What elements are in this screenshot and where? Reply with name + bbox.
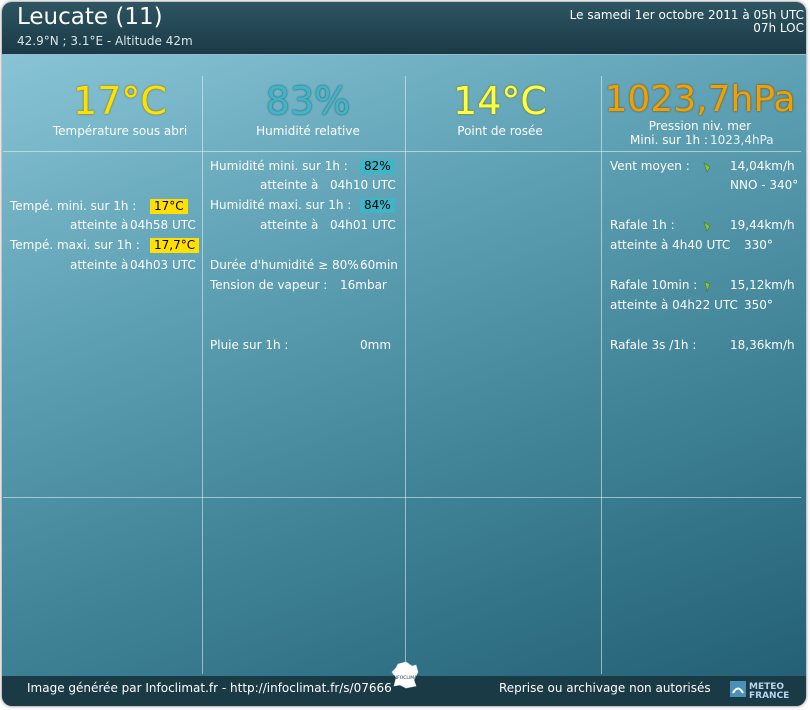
- gust-10min-value: 15,12km/h: [730, 278, 795, 292]
- humidity-value: 83%: [265, 79, 351, 123]
- vapor-value: 16mbar: [340, 278, 387, 292]
- gust-1h-time: atteinte à 4h40 UTC: [610, 238, 731, 252]
- vapor-label: Tension de vapeur :: [210, 278, 328, 292]
- infoclimat-logo-text: INFOCLIMAT: [392, 675, 419, 681]
- wind-mean-value: 14,04km/h: [730, 159, 795, 173]
- station-title: Leucate (11): [17, 4, 163, 30]
- gust-10min-direction: 350°: [744, 298, 773, 312]
- hum-max-value: 84%: [360, 198, 395, 213]
- footer-rights: Reprise ou archivage non autorisés: [499, 681, 711, 695]
- wind-arrow-icon: [703, 162, 711, 173]
- hum-min-value: 82%: [360, 159, 395, 174]
- row-divider: [3, 497, 801, 498]
- temperature-value: 17°C: [73, 79, 167, 123]
- temp-max-time: 04h03 UTC: [130, 258, 196, 272]
- temp-max-value: 17,7°C: [150, 238, 200, 253]
- dewpoint-value: 14°C: [453, 79, 547, 123]
- wind-arrow-icon: [703, 221, 711, 232]
- temp-min-label: Tempé. mini. sur 1h :: [10, 199, 137, 213]
- gust-10min-time: atteinte à 04h22 UTC: [610, 298, 738, 312]
- temp-min-time: 04h58 UTC: [130, 218, 196, 232]
- hum-max-label: Humidité maxi. sur 1h :: [210, 198, 352, 212]
- temp-max-label: Tempé. maxi. sur 1h :: [10, 238, 140, 252]
- gust-1h-direction: 330°: [744, 238, 773, 252]
- rain-value: 0mm: [360, 338, 392, 352]
- dewpoint-label: Point de rosée: [457, 124, 543, 138]
- meteo-france-logo-icon: METEO FRANCE: [730, 681, 789, 701]
- row-divider: [3, 151, 801, 152]
- temperature-label: Température sous abri: [52, 124, 188, 138]
- station-coords: 42.9°N ; 3.1°E - Altitude 42m: [17, 34, 193, 48]
- temp-min-value: 17°C: [150, 199, 188, 214]
- footer-credit: Image générée par Infoclimat.fr - http:/…: [27, 681, 392, 695]
- hum-duration-value: 60min: [360, 258, 398, 272]
- temp-max-reached: atteinte à: [70, 258, 129, 272]
- pressure-min-label: Mini. sur 1h :: [630, 133, 708, 147]
- gust-1h-value: 19,44km/h: [730, 218, 795, 232]
- wind-arrow-icon: [704, 281, 711, 292]
- gust-1h-label: Rafale 1h :: [610, 218, 675, 232]
- hum-min-reached: atteinte à: [260, 178, 319, 192]
- pressure-label: Pression niv. mer: [648, 119, 752, 133]
- wind-mean-direction: NNO - 340°: [730, 178, 799, 192]
- column-divider: [601, 76, 602, 674]
- gust-10min-label: Rafale 10min :: [610, 278, 698, 292]
- date-local: 07h LOC: [753, 21, 804, 35]
- hum-duration-label: Durée d'humidité ≥ 80% :: [210, 258, 367, 272]
- pressure-min-value: 1023,4hPa: [710, 133, 774, 147]
- column-divider: [405, 76, 406, 674]
- gust-3s-value: 18,36km/h: [730, 338, 795, 352]
- hum-min-time: 04h10 UTC: [330, 178, 396, 192]
- gust-3s-label: Rafale 3s /1h :: [610, 338, 697, 352]
- date-utc: Le samedi 1er octobre 2011 à 05h UTC: [569, 8, 804, 22]
- column-divider: [202, 76, 203, 674]
- hum-min-label: Humidité mini. sur 1h :: [210, 159, 348, 173]
- france-map-icon: INFOCLIMAT: [391, 661, 420, 689]
- rain-label: Pluie sur 1h :: [210, 338, 289, 352]
- humidity-label: Humidité relative: [256, 124, 360, 138]
- wind-mean-label: Vent moyen :: [610, 159, 690, 173]
- temp-min-reached: atteinte à: [70, 218, 129, 232]
- hum-max-time: 04h01 UTC: [330, 218, 396, 232]
- hum-max-reached: atteinte à: [260, 218, 319, 232]
- meteo-france-logo-text-2: FRANCE: [749, 691, 789, 701]
- pressure-value: 1023,7hPa: [604, 79, 796, 120]
